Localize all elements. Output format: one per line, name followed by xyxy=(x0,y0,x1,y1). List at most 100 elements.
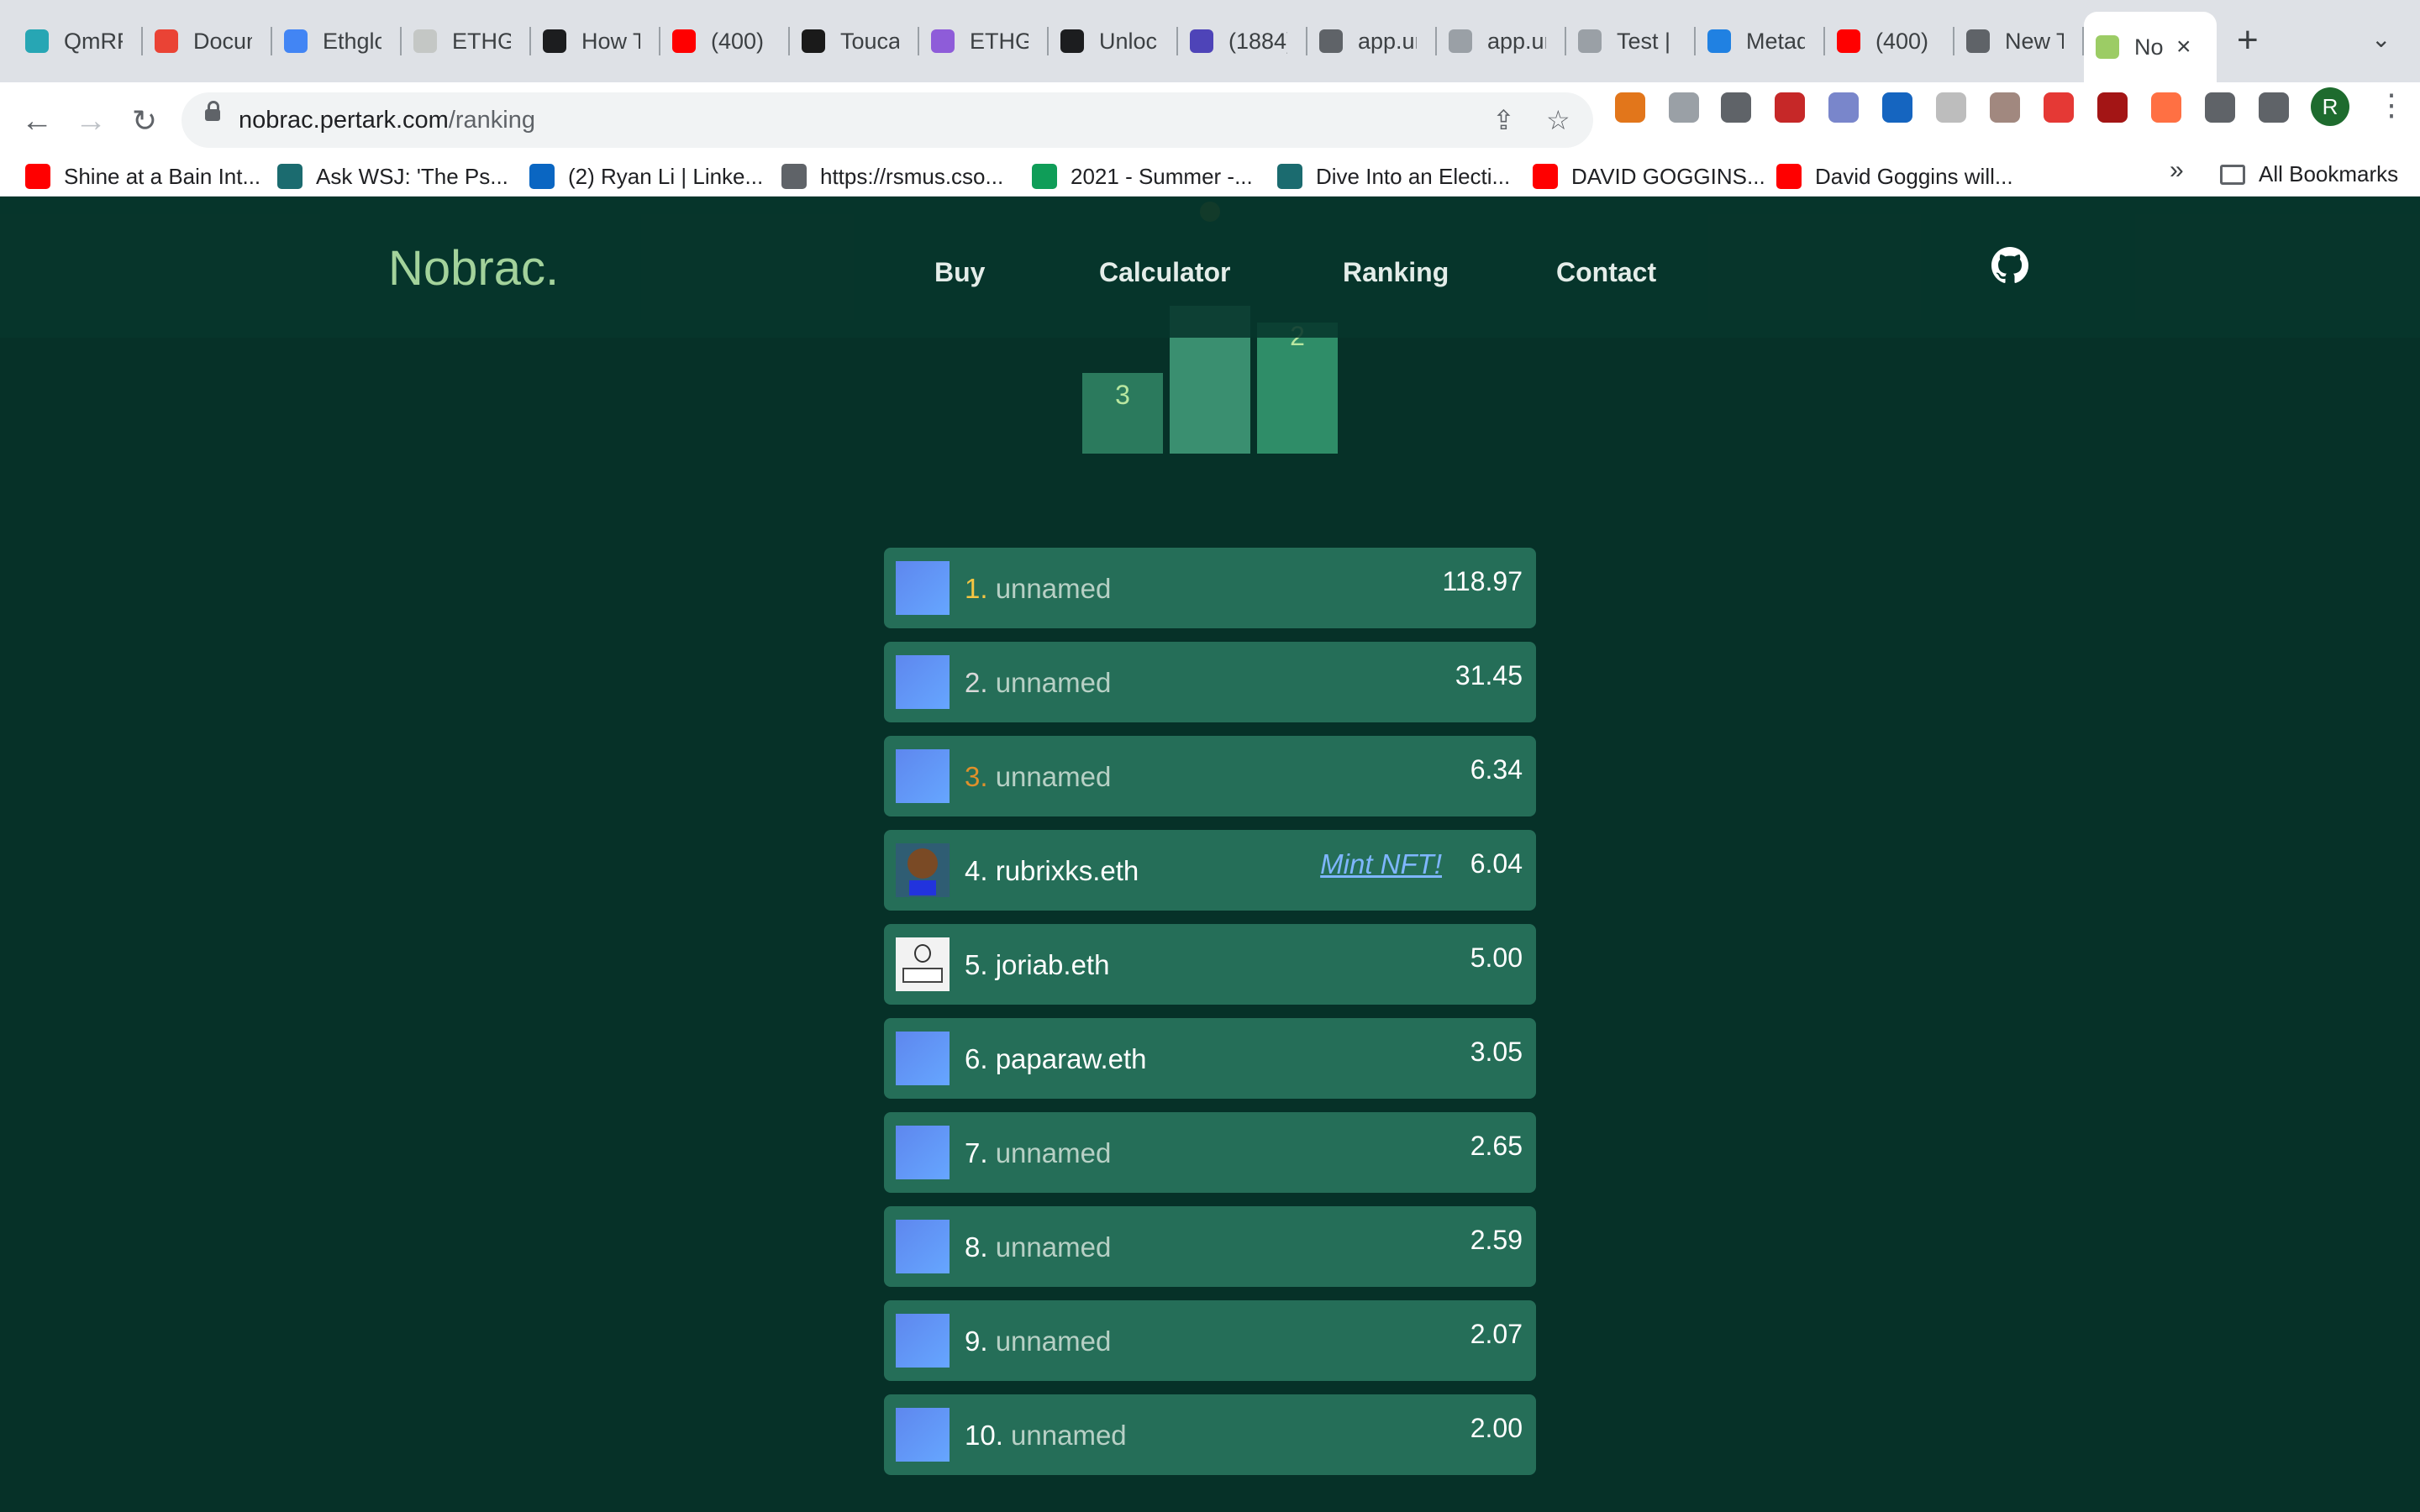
youtube-icon xyxy=(1837,29,1860,53)
extension-k-icon[interactable] xyxy=(1990,92,2020,123)
url-text[interactable]: nobrac.pertark.com/ranking xyxy=(239,107,535,134)
browser-toolbar: ← → ↻ nobrac.pertark.com/ranking ⇪ ☆ xyxy=(0,82,2420,158)
ranking-row[interactable]: 2. unnamed 31.45 xyxy=(884,642,1536,722)
bookmark-item[interactable]: 2021 - Summer -... xyxy=(1032,161,1253,192)
extension-s-icon[interactable] xyxy=(1721,92,1751,123)
avatar xyxy=(896,1126,950,1179)
browser-tab[interactable]: Docun xyxy=(143,12,272,71)
docs-icon xyxy=(284,29,308,53)
tab-title: New T xyxy=(2005,28,2064,54)
all-bookmarks-button[interactable]: All Bookmarks xyxy=(2220,161,2398,187)
nav-ranking[interactable]: Ranking xyxy=(1343,257,1449,288)
browser-tab[interactable]: ETHGl xyxy=(402,12,531,71)
avatar xyxy=(896,1314,950,1368)
tab-title: Ethglo xyxy=(323,28,381,54)
site-logo[interactable]: Nobrac. xyxy=(388,240,559,297)
bookmark-star-icon[interactable]: ☆ xyxy=(1546,104,1570,136)
bookmark-item[interactable]: (2) Ryan Li | Linke... xyxy=(529,161,763,192)
avatar xyxy=(896,561,950,615)
extension-arrow-icon[interactable] xyxy=(1775,92,1805,123)
browser-tab[interactable]: QmRR xyxy=(13,12,143,71)
browser-tab[interactable]: (400) xyxy=(1825,12,1954,71)
rank-number: 9. xyxy=(965,1326,988,1357)
bookmark-item[interactable]: David Goggins will... xyxy=(1776,161,2013,192)
extension-swirl-icon[interactable] xyxy=(1882,92,1912,123)
rank-number: 3. xyxy=(965,761,988,792)
tab-title: (400) xyxy=(1876,28,1929,54)
adblock-icon[interactable] xyxy=(2044,92,2074,123)
browser-tab[interactable]: No × xyxy=(2084,12,2217,82)
extension-a-icon[interactable] xyxy=(1669,92,1699,123)
ranking-row[interactable]: 4. rubrixks.eth Mint NFT! 6.04 xyxy=(884,830,1536,911)
podium-third: 3 xyxy=(1082,373,1163,454)
ranking-row[interactable]: 5. joriab.eth 5.00 xyxy=(884,924,1536,1005)
browser-menu-icon[interactable]: ⋮ xyxy=(2376,87,2407,123)
ranking-label: 3. unnamed xyxy=(965,761,1111,793)
browser-tab[interactable]: Test | xyxy=(1566,12,1696,71)
ranking-label: 9. unnamed xyxy=(965,1326,1111,1357)
browser-tab[interactable]: (1884) xyxy=(1178,12,1307,71)
puzzle-icon[interactable] xyxy=(2205,92,2235,123)
globe-icon xyxy=(1319,29,1343,53)
side-panel-icon[interactable] xyxy=(2259,92,2289,123)
bookmark-favicon-icon xyxy=(1032,164,1057,189)
bookmark-item[interactable]: Ask WSJ: 'The Ps... xyxy=(277,161,508,192)
address-bar[interactable]: nobrac.pertark.com/ranking ⇪ ☆ xyxy=(182,92,1593,148)
browser-tab[interactable]: Ethglo xyxy=(272,12,402,71)
new-tab-button[interactable]: + xyxy=(2237,22,2259,59)
nav-contact[interactable]: Contact xyxy=(1556,257,1656,288)
browser-tab[interactable]: New T xyxy=(1954,12,2084,71)
bookmark-item[interactable]: Dive Into an Electi... xyxy=(1277,161,1510,192)
holder-name: joriab.eth xyxy=(995,949,1110,980)
browser-tab[interactable]: Toucar xyxy=(790,12,919,71)
bookmark-item[interactable]: DAVID GOGGINS... xyxy=(1533,161,1765,192)
ranking-score: 2.00 xyxy=(1470,1413,1523,1443)
podium-third-label: 3 xyxy=(1115,380,1130,410)
tab-search-chevron-icon[interactable]: ⌄ xyxy=(2371,25,2391,53)
ranking-row[interactable]: 10. unnamed 2.00 xyxy=(884,1394,1536,1475)
ranking-row[interactable]: 3. unnamed 6.34 xyxy=(884,736,1536,816)
share-icon[interactable]: ⇪ xyxy=(1492,104,1515,136)
mint-nft-link[interactable]: Mint NFT! xyxy=(1320,848,1442,880)
sketch-avatar xyxy=(896,937,950,991)
browser-tab[interactable]: Metad xyxy=(1696,12,1825,71)
tab-title: ETHGl xyxy=(452,28,511,54)
nav-calculator[interactable]: Calculator xyxy=(1099,257,1230,288)
ublock-icon[interactable] xyxy=(2097,92,2128,123)
forward-arrow-icon[interactable]: → xyxy=(72,102,109,139)
browser-tab[interactable]: How T xyxy=(531,12,660,71)
lock-icon[interactable] xyxy=(205,101,220,121)
globe-icon xyxy=(1449,29,1472,53)
metamask-icon[interactable] xyxy=(1615,92,1645,123)
back-arrow-icon[interactable]: ← xyxy=(18,102,55,139)
ranking-row[interactable]: 8. unnamed 2.59 xyxy=(884,1206,1536,1287)
ranking-label: 7. unnamed xyxy=(965,1137,1111,1169)
extension-circle-icon[interactable] xyxy=(1936,92,1966,123)
tab-title: Unlock xyxy=(1099,28,1158,54)
notes-icon[interactable] xyxy=(1828,92,1859,123)
bookmark-item[interactable]: Shine at a Bain Int... xyxy=(25,161,260,192)
nav-buy[interactable]: Buy xyxy=(934,257,985,288)
ranking-row[interactable]: 9. unnamed 2.07 xyxy=(884,1300,1536,1381)
ranking-row[interactable]: 7. unnamed 2.65 xyxy=(884,1112,1536,1193)
browser-tab[interactable]: ETHGl xyxy=(919,12,1049,71)
browser-tab[interactable]: Unlock xyxy=(1049,12,1178,71)
browser-tab[interactable]: app.ur xyxy=(1437,12,1566,71)
ranking-row[interactable]: 6. paparaw.eth 3.05 xyxy=(884,1018,1536,1099)
reload-icon[interactable]: ↻ xyxy=(126,102,163,139)
browser-tab[interactable]: app.ur xyxy=(1307,12,1437,71)
ranking-row[interactable]: 1. unnamed 118.97 xyxy=(884,548,1536,628)
bookmark-favicon-icon xyxy=(1533,164,1558,189)
bookmark-item[interactable]: https://rsmus.cso... xyxy=(781,161,1003,192)
extension-star-icon[interactable] xyxy=(2151,92,2181,123)
tab-title: Toucar xyxy=(840,28,899,54)
bookmark-label: https://rsmus.cso... xyxy=(820,163,1004,189)
folder-icon xyxy=(2220,164,2245,185)
bookmarks-overflow-icon[interactable]: » xyxy=(2170,156,2184,185)
profile-avatar[interactable]: R xyxy=(2311,87,2349,126)
browser-tab[interactable]: (400) xyxy=(660,12,790,71)
close-tab-icon[interactable]: × xyxy=(2176,33,2191,61)
avatar xyxy=(896,655,950,709)
browser-tab-strip: QmRR Docun Ethglo ETHGl How T (400) Toucar ETHG… xyxy=(0,0,2420,82)
github-icon[interactable] xyxy=(1991,247,2028,284)
